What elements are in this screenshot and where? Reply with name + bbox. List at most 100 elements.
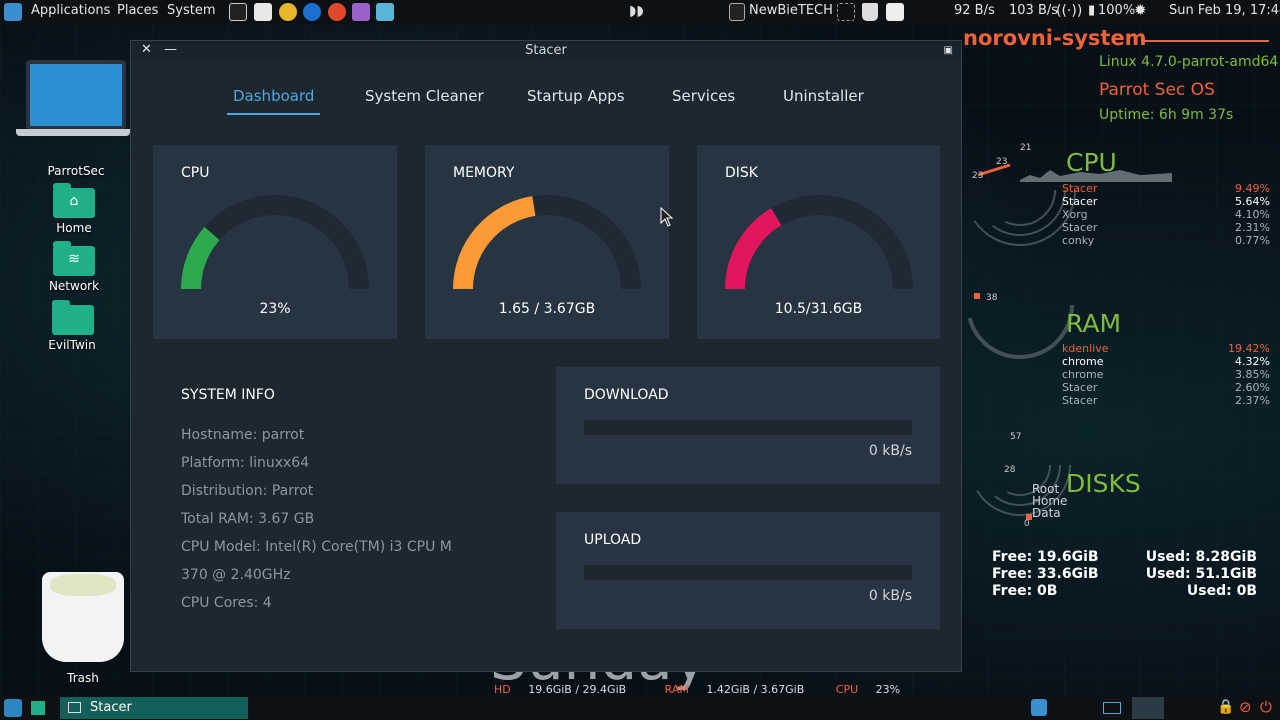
conky-process-value: 9.49% <box>1235 182 1270 195</box>
maximize-icon[interactable]: ▣ <box>944 45 953 56</box>
logout-icon[interactable]: ⊘ <box>1239 698 1252 716</box>
notes-icon[interactable] <box>1031 699 1047 716</box>
trash-paper <box>50 574 116 596</box>
sysinfo-total-ram: Total RAM: 3.67 GB <box>181 511 315 527</box>
conky-cpu-title: CPU <box>1066 148 1117 177</box>
workspace-1-icon[interactable] <box>1103 702 1121 714</box>
conky-disk-ring-num-3: 0 <box>1024 519 1030 529</box>
memory-card-title: MEMORY <box>453 165 515 181</box>
conky-process-name: Stacer <box>1062 182 1098 195</box>
wifi-icon[interactable]: ((·)) <box>1056 3 1082 19</box>
network-folder-icon[interactable]: ≋ <box>53 241 95 276</box>
conky-process-value: 19.42% <box>1228 342 1270 355</box>
stacer-window: ✕ — Stacer ▣ Dashboard System Cleaner St… <box>130 40 962 672</box>
tab-bar: Dashboard System Cleaner Startup Apps Se… <box>131 87 961 115</box>
cpu-gauge-fill <box>181 226 220 290</box>
top-panel: Applications Places System ◗◗ NewBieTECH… <box>0 0 1280 24</box>
menu-system[interactable]: System <box>167 3 215 18</box>
conky-free-data: Free: 0B <box>992 583 1058 599</box>
conky-used-home: Used: 51.1GiB <box>1145 566 1257 582</box>
desktop-label-network[interactable]: Network <box>30 279 118 293</box>
conky-disks-title: DISKS <box>1066 469 1141 498</box>
parrot-menu-icon[interactable] <box>4 3 22 21</box>
laptop-icon[interactable] <box>26 60 126 130</box>
conky-ram-ring-num: 38 <box>986 293 998 303</box>
net-down-speed: 92 B/s <box>954 3 995 18</box>
conky-process-value: 5.64% <box>1235 195 1270 208</box>
eviltwin-folder-icon[interactable] <box>52 300 94 335</box>
terminal-launcher-icon[interactable] <box>229 3 247 21</box>
download-title: DOWNLOAD <box>584 387 669 403</box>
download-card: DOWNLOAD 0 kB/s <box>556 367 940 484</box>
clock[interactable]: Sun Feb 19, 17:44 <box>1169 3 1280 18</box>
menu-places[interactable]: Places <box>117 3 158 18</box>
memory-card: MEMORY 1.65 / 3.67GB <box>425 145 669 339</box>
battery-percent: 100% <box>1098 3 1136 18</box>
conky-hostname: norovni-system <box>963 26 1147 50</box>
desktop-label-parrotsec[interactable]: ParrotSec <box>30 164 122 178</box>
tab-dashboard[interactable]: Dashboard <box>226 87 321 115</box>
footer-cpu-value: 23% <box>875 683 901 696</box>
tab-system-cleaner[interactable]: System Cleaner <box>365 87 484 105</box>
conky-disk-labels: Root Home Data <box>1032 483 1067 519</box>
trash-applet-icon[interactable] <box>862 3 878 21</box>
window-title: Stacer <box>525 43 567 58</box>
disk-value: 10.5/31.6GB <box>774 301 863 317</box>
cpu-gauge-track <box>181 195 369 290</box>
desktop-label-eviltwin[interactable]: EvilTwin <box>28 338 116 352</box>
conky-cpu-ring-num-3: 23 <box>972 171 984 181</box>
window-icon <box>68 702 81 713</box>
files-launcher-icon[interactable] <box>254 3 272 21</box>
terminal-task-icon <box>729 3 745 21</box>
home-folder-icon[interactable]: ⌂ <box>53 183 95 218</box>
conky-process-name: chrome <box>1062 355 1104 368</box>
task-newbietech[interactable]: NewBieTECH <box>749 3 833 18</box>
conky-os: Parrot Sec OS <box>1099 80 1215 100</box>
upload-title: UPLOAD <box>584 532 642 548</box>
window-titlebar[interactable]: ✕ — Stacer ▣ <box>131 41 961 61</box>
conky-process-value: 2.60% <box>1235 381 1270 394</box>
browser-launcher-icon[interactable] <box>303 3 321 21</box>
chrome-launcher-icon[interactable] <box>279 3 297 21</box>
upload-card: UPLOAD 0 kB/s <box>556 512 940 629</box>
show-desktop-icon[interactable] <box>31 701 45 715</box>
conky-process-name: kdenlive <box>1062 342 1109 355</box>
taskbar-stacer-button[interactable]: Stacer <box>60 697 248 719</box>
lock-icon[interactable]: 🔒 <box>1217 699 1234 715</box>
footer-ram-value: 1.42GiB / 3.67GiB <box>706 683 805 696</box>
memory-gauge <box>453 195 641 290</box>
bottom-panel: Stacer 🔒 ⊘ ⏻ <box>0 696 1280 720</box>
conky-process-name: Stacer <box>1062 381 1098 394</box>
conky-used-root: Used: 8.28GiB <box>1145 549 1257 565</box>
image-launcher-icon[interactable] <box>376 3 394 21</box>
conky-footer: HD 19.6GiB / 29.4GiB RAM 1.42GiB / 3.67G… <box>494 683 900 696</box>
workspace-2-icon[interactable] <box>1132 697 1164 719</box>
battery-icon[interactable]: ▮ <box>1088 3 1095 18</box>
sysinfo-cpu-model: CPU Model: Intel(R) Core(TM) i3 CPU M <box>181 539 452 555</box>
conky-process-name: Xorg <box>1062 208 1088 221</box>
desktop-label-home[interactable]: Home <box>30 221 118 235</box>
power-icon[interactable]: ⏻ <box>1260 698 1272 716</box>
sysinfo-platform: Platform: linuxx64 <box>181 455 310 471</box>
taskbar-stacer-label: Stacer <box>90 700 132 715</box>
upload-applet-icon[interactable] <box>886 3 904 21</box>
tab-services[interactable]: Services <box>672 87 735 105</box>
parrot-menu-bottom-icon[interactable] <box>4 699 22 717</box>
conky-process-name: Stacer <box>1062 195 1098 208</box>
ghost-applet-icon[interactable]: ◗◗ <box>629 3 655 21</box>
conky-used-list: Used: 8.28GiB Used: 51.1GiB Used: 0B <box>1146 549 1257 600</box>
editor-launcher-icon[interactable] <box>352 3 370 21</box>
tab-startup-apps[interactable]: Startup Apps <box>527 87 625 105</box>
burp-launcher-icon[interactable] <box>328 3 346 21</box>
menu-applications[interactable]: Applications <box>31 3 110 18</box>
net-up-speed: 103 B/s <box>1009 3 1059 18</box>
screenshot-icon[interactable] <box>837 3 855 21</box>
upload-value: 0 kB/s <box>868 588 912 604</box>
sysinfo-distribution: Distribution: Parrot <box>181 483 314 499</box>
conky-free-root: Free: 19.6GiB <box>992 549 1099 565</box>
mouse-cursor-icon <box>660 207 674 227</box>
sysinfo-cpu-model-cont: 370 @ 2.40GHz <box>181 567 291 583</box>
desktop-label-trash[interactable]: Trash <box>40 671 126 685</box>
brightness-icon[interactable]: ✹ <box>1134 1 1147 19</box>
tab-uninstaller[interactable]: Uninstaller <box>783 87 864 105</box>
